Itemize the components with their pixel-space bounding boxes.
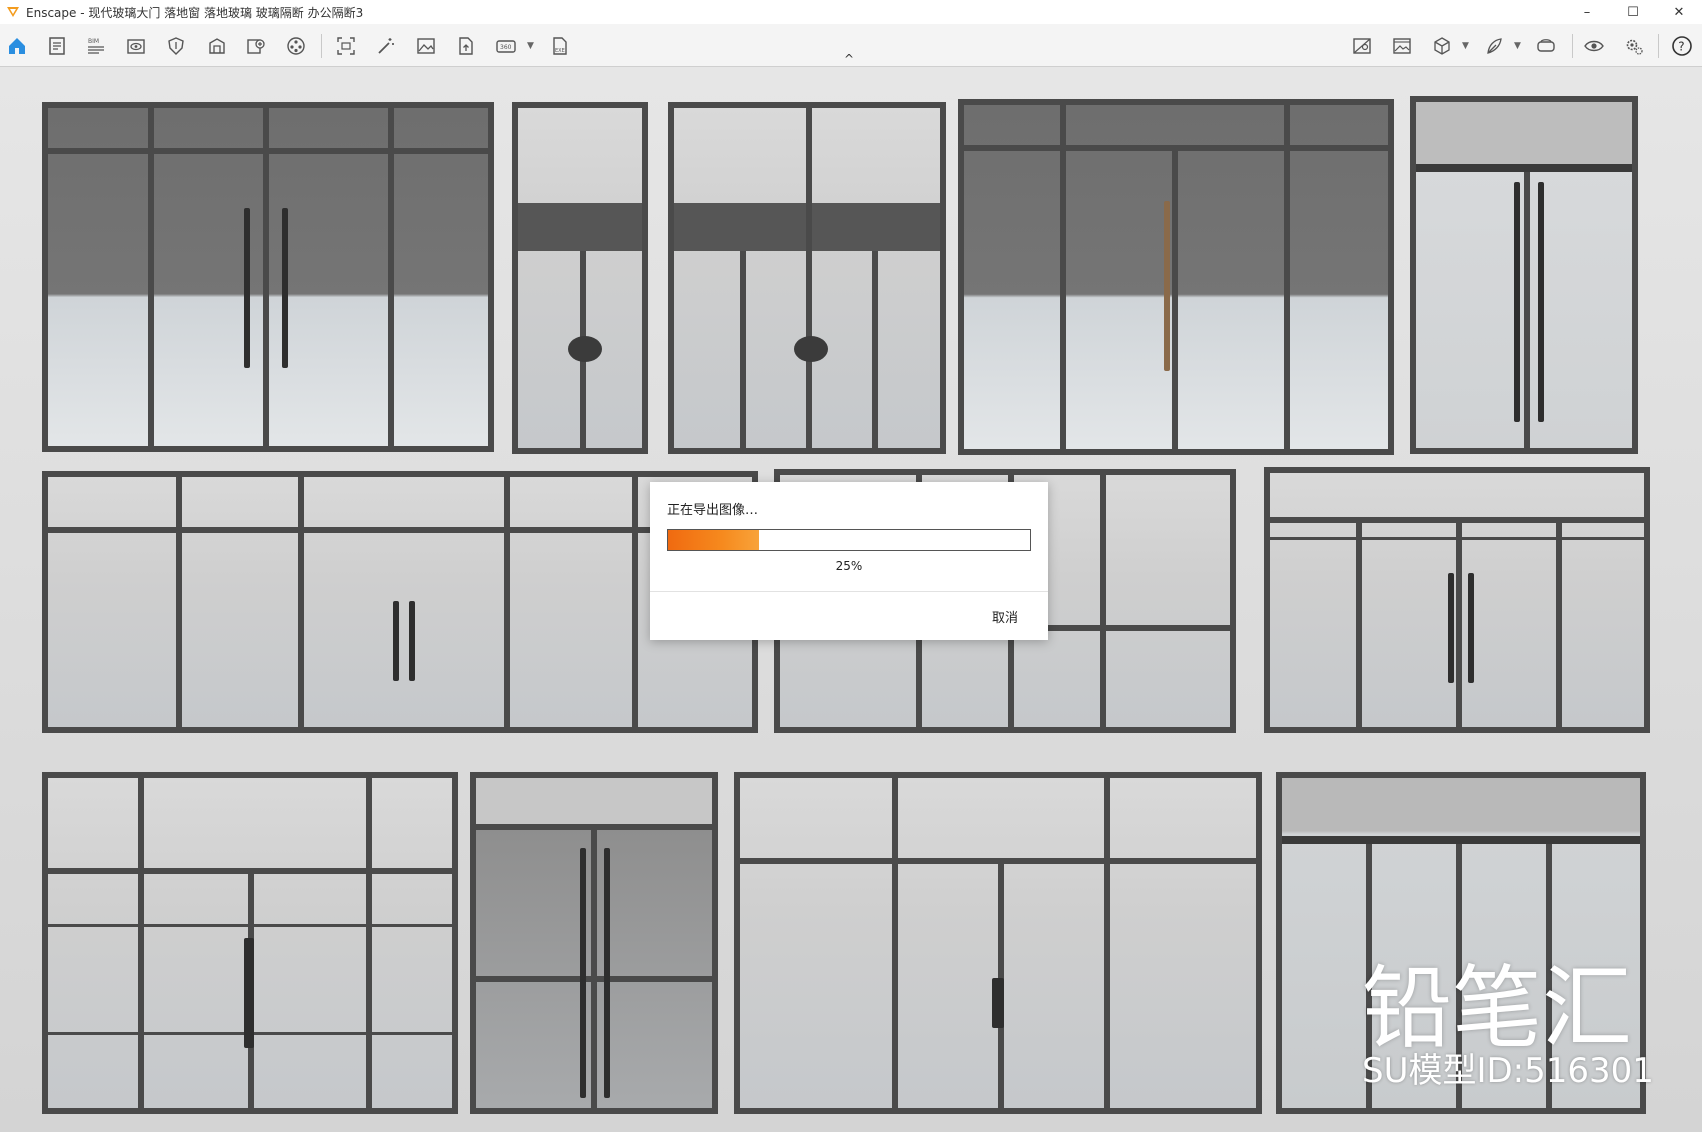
document-icon[interactable] [43,32,71,60]
window-title: Enscape - 现代玻璃大门 落地窗 落地玻璃 玻璃隔断 办公隔断3 [26,5,364,20]
door-model [512,102,648,454]
eye-view-icon[interactable] [122,32,150,60]
vr-headset-icon[interactable] [1532,32,1560,60]
help-icon[interactable]: ? [1668,32,1696,60]
visibility-icon[interactable] [1580,32,1608,60]
settings-icon[interactable] [1620,32,1648,60]
window-controls: – ☐ ✕ [1564,0,1702,24]
partition-model [42,772,458,1114]
image-icon[interactable] [412,32,440,60]
svg-text:BIM: BIM [88,38,99,45]
minimize-button[interactable]: – [1564,0,1610,24]
gallery-icon[interactable] [1388,32,1416,60]
export-progress-dialog: 正在导出图像… 25% 取消 [650,482,1048,640]
bim-icon[interactable]: BIM [82,32,110,60]
door-model [1410,96,1638,454]
chevron-down-icon[interactable]: ▼ [1514,41,1521,51]
material-icon[interactable] [203,32,231,60]
export-exe-icon[interactable]: EXE [546,32,574,60]
home-icon[interactable] [3,32,31,60]
svg-text:?: ? [1678,40,1684,54]
door-model [958,99,1394,455]
chevron-down-icon[interactable]: ▼ [1462,41,1469,51]
magic-wand-icon[interactable] [372,32,400,60]
enscape-logo-icon [7,7,19,17]
svg-text:360: 360 [500,44,512,51]
close-button[interactable]: ✕ [1656,0,1702,24]
upload-file-icon[interactable] [452,32,480,60]
chevron-down-icon[interactable]: ▼ [527,41,534,51]
door-model [668,102,946,454]
partition-model [1264,467,1650,733]
cube-icon[interactable] [1428,32,1456,60]
door-model [42,102,494,452]
add-view-icon[interactable] [242,32,270,60]
toolbar-separator [321,34,322,58]
toolbar-separator [1572,34,1573,58]
cancel-button[interactable]: 取消 [992,607,1018,626]
progress-fill [668,530,759,550]
progress-bar [667,529,1031,551]
model-id-label: SU模型ID:516301 [1362,1051,1654,1091]
film-reel-icon[interactable] [282,32,310,60]
toolbar-separator [1658,34,1659,58]
map-icon[interactable] [1348,32,1376,60]
svg-text:EXE: EXE [555,48,565,54]
door-model [470,772,718,1114]
collapse-toolbar-icon[interactable]: ^ [844,52,854,66]
progress-percent: 25% [835,559,863,573]
feather-icon[interactable] [1480,32,1508,60]
shield-icon[interactable] [162,32,190,60]
title-bar: Enscape - 现代玻璃大门 落地窗 落地玻璃 玻璃隔断 办公隔断3 – ☐… [0,0,1702,24]
maximize-button[interactable]: ☐ [1610,0,1656,24]
screenshot-icon[interactable] [332,32,360,60]
dialog-divider [650,591,1048,592]
door-model [734,772,1262,1114]
panorama-360-icon[interactable]: 360 [492,32,520,60]
dialog-title: 正在导出图像… [667,503,759,518]
